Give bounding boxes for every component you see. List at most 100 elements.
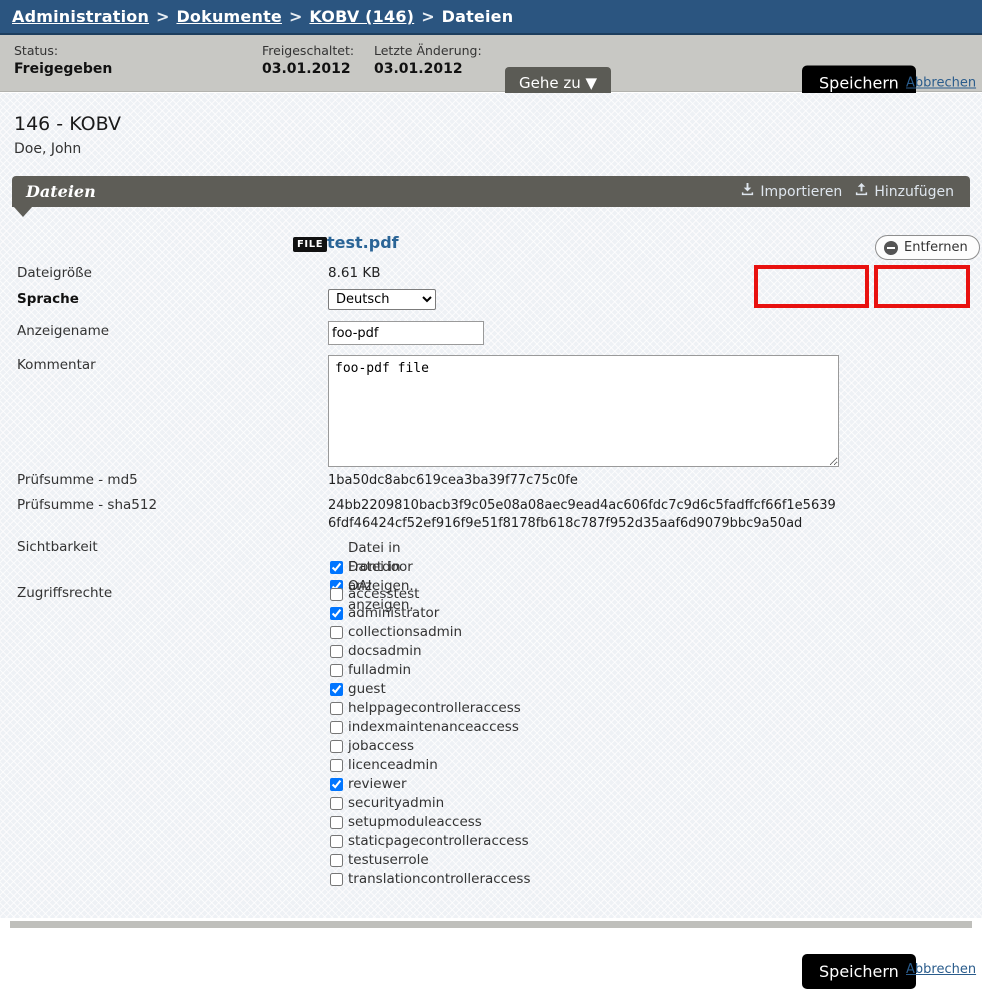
access-option-checkbox[interactable] [330,664,343,677]
breadcrumb-item-dateien: Dateien [441,7,514,26]
access-option-setupmoduleaccess[interactable]: setupmoduleaccess [330,813,482,832]
breadcrumb-item-kobv[interactable]: KOBV (146) [309,7,414,26]
sha512-label: Prüfsumme - sha512 [17,497,158,513]
access-option-jobaccess[interactable]: jobaccess [330,737,414,756]
access-option-checkbox[interactable] [330,759,343,772]
access-option-label: docsadmin [348,643,422,659]
access-option-checkbox[interactable] [330,645,343,658]
page-title: 146 - KOBV [14,113,122,135]
modified-field: Letzte Änderung: 03.01.2012 [374,42,482,79]
save-button-bottom[interactable]: Speichern [802,954,916,989]
breadcrumb: Administration > Dokumente > KOBV (146) … [0,0,982,35]
filesize-label: Dateigröße [17,265,92,281]
import-button[interactable]: Importieren [736,179,846,204]
status-label: Status: [14,43,59,58]
filesize-value: 8.61 KB [328,265,381,281]
section-actions: Importieren Hinzufügen [736,179,962,204]
access-option-indexmaintenanceaccess[interactable]: indexmaintenanceaccess [330,718,519,737]
access-option-accesstest[interactable]: accesstest [330,585,419,604]
status-field: Status: Freigegeben [14,42,112,79]
access-option-guest[interactable]: guest [330,680,386,699]
upload-tray-icon [854,182,869,201]
access-option-helppagecontrolleraccess[interactable]: helppagecontrolleraccess [330,699,521,718]
access-option-reviewer[interactable]: reviewer [330,775,407,794]
access-label: Zugriffsrechte [17,585,113,601]
main-content: 146 - KOBV Doe, John Dateien Importieren [0,93,982,918]
access-option-fulladmin[interactable]: fulladmin [330,661,411,680]
md5-label: Prüfsumme - md5 [17,472,138,488]
access-option-label: jobaccess [348,738,415,754]
breadcrumb-separator: > [288,7,303,26]
add-button[interactable]: Hinzufügen [850,179,958,204]
section-header-dateien: Dateien Importieren Hinzufügen [12,176,970,207]
file-name-link[interactable]: test.pdf [327,233,399,252]
access-option-checkbox[interactable] [330,626,343,639]
cancel-link-top[interactable]: Abbrechen [906,76,976,91]
access-option-securityadmin[interactable]: securityadmin [330,794,444,813]
md5-value: 1ba50dc8abc619cea3ba39f77c75c0fe [328,473,578,488]
comment-label: Kommentar [17,357,96,373]
access-option-label: securityadmin [348,795,445,811]
breadcrumb-item-dokumente[interactable]: Dokumente [176,7,282,26]
access-option-label: accesstest [348,586,420,602]
language-select[interactable]: Deutsch [328,289,436,310]
access-option-label: testuserrole [348,852,429,868]
section-title: Dateien [26,182,96,201]
access-option-collectionsadmin[interactable]: collectionsadmin [330,623,462,642]
document-author: Doe, John [14,141,82,157]
published-field: Freigeschaltet: 03.01.2012 [262,42,354,79]
minus-circle-icon [884,240,898,255]
published-label: Freigeschaltet: [262,43,355,58]
access-option-label: staticpagecontrolleraccess [348,833,529,849]
cancel-link-bottom[interactable]: Abbrechen [906,962,976,977]
access-option-label: collectionsadmin [348,624,463,640]
access-option-testuserrole[interactable]: testuserrole [330,851,429,870]
access-option-label: setupmoduleaccess [348,814,482,830]
access-option-label: licenceadmin [348,757,438,773]
comment-textarea[interactable]: foo-pdf file [328,355,839,467]
annotation-box-import [754,265,869,308]
access-option-checkbox[interactable] [330,607,343,620]
access-option-label: guest [348,681,386,697]
access-option-checkbox[interactable] [330,721,343,734]
access-option-checkbox[interactable] [330,797,343,810]
breadcrumb-item-administration[interactable]: Administration [12,7,149,26]
breadcrumb-separator: > [156,7,170,26]
annotation-box-add [874,265,970,308]
access-option-checkbox[interactable] [330,873,343,886]
access-option-label: reviewer [348,776,407,792]
access-option-checkbox[interactable] [330,835,343,848]
breadcrumb-separator: > [421,7,435,26]
access-option-checkbox[interactable] [330,683,343,696]
remove-file-label: Entfernen [904,240,968,255]
access-option-docsadmin[interactable]: docsadmin [330,642,422,661]
access-option-label: translationcontrolleraccess [348,871,531,887]
access-option-checkbox[interactable] [330,816,343,829]
access-option-checkbox[interactable] [330,778,343,791]
displayname-label: Anzeigename [17,323,110,339]
access-option-translationcontrolleraccess[interactable]: translationcontrolleraccess [330,870,530,889]
displayname-input[interactable] [328,321,484,345]
visibility-label: Sichtbarkeit [17,539,98,555]
access-option-label: indexmaintenanceaccess [348,719,519,735]
import-button-label: Importieren [760,183,843,200]
access-option-checkbox[interactable] [330,588,343,601]
access-option-checkbox[interactable] [330,854,343,867]
modified-label: Letzte Änderung: [374,43,482,58]
download-tray-icon [740,182,755,201]
add-button-label: Hinzufügen [874,183,954,200]
access-option-staticpagecontrolleraccess[interactable]: staticpagecontrolleraccess [330,832,529,851]
file-type-badge: FILE [293,237,328,252]
section-pointer-arrow [14,207,32,217]
modified-value: 03.01.2012 [374,61,463,77]
access-option-label: helppagecontrolleraccess [348,700,521,716]
sha512-value: 24bb2209810bacb3f9c05e08a08aec9ead4ac606… [328,498,836,531]
access-option-checkbox[interactable] [330,702,343,715]
status-bar: Status: Freigegeben Freigeschaltet: 03.0… [0,35,982,101]
published-value: 03.01.2012 [262,61,351,77]
access-option-checkbox[interactable] [330,740,343,753]
language-label: Sprache [17,291,79,307]
access-option-licenceadmin[interactable]: licenceadmin [330,756,438,775]
access-option-administrator[interactable]: administrator [330,604,439,623]
remove-file-button[interactable]: Entfernen [875,235,980,260]
